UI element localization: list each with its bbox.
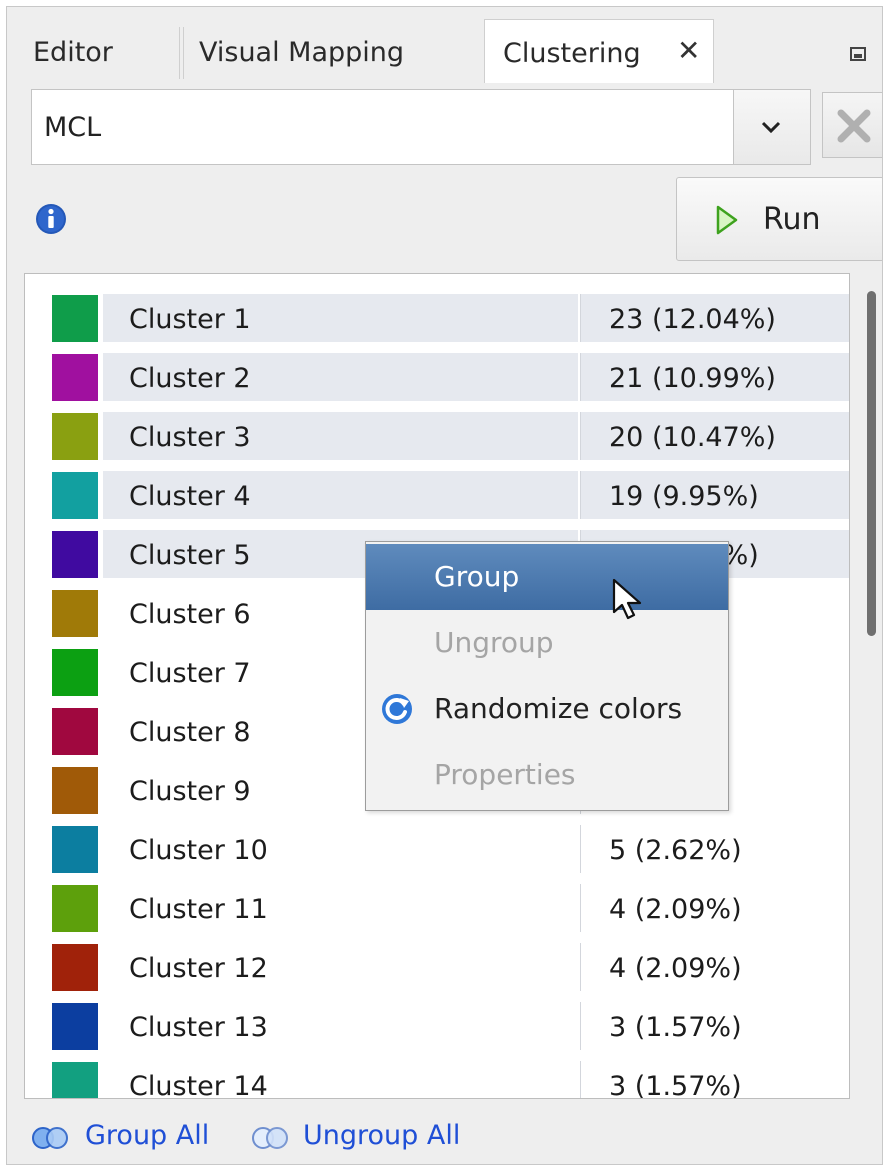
cluster-color-swatch [52, 413, 98, 460]
cluster-name: Cluster 11 [129, 894, 268, 925]
group-all-icon [32, 1127, 68, 1149]
cluster-size: 23 (12.04%) [609, 304, 776, 335]
tab-clustering-label: Clustering [503, 38, 641, 69]
group-all-link[interactable]: Group All [85, 1120, 209, 1151]
menu-item-randomize-colors[interactable]: Randomize colors [366, 676, 728, 742]
refresh-icon [382, 694, 412, 724]
run-button[interactable]: Run [676, 177, 882, 261]
cluster-size: 20 (10.47%) [609, 422, 776, 453]
cluster-color-swatch [52, 531, 98, 578]
algorithm-select-value: MCL [44, 112, 102, 143]
cluster-color-swatch [52, 1003, 98, 1050]
menu-item-label: Randomize colors [434, 692, 683, 725]
cluster-color-swatch [52, 708, 98, 755]
cluster-row[interactable]: Cluster 14 3 (1.57%) [25, 1061, 849, 1099]
menu-item-ungroup: Ungroup [366, 610, 728, 676]
cluster-name: Cluster 1 [129, 304, 251, 335]
cluster-name: Cluster 14 [129, 1071, 268, 1099]
run-button-label: Run [763, 202, 821, 237]
ungroup-all-icon [252, 1127, 288, 1149]
tab-visual-mapping[interactable]: Visual Mapping [199, 37, 404, 68]
cluster-size: 19 (9.95%) [609, 481, 759, 512]
info-icon[interactable] [35, 203, 67, 235]
cluster-name: Cluster 3 [129, 422, 251, 453]
cluster-name: Cluster 13 [129, 1012, 268, 1043]
cluster-size: 5 (2.62%) [609, 835, 742, 866]
cluster-name: Cluster 4 [129, 481, 251, 512]
cluster-color-swatch [52, 1062, 98, 1098]
cluster-row[interactable]: Cluster 4 19 (9.95%) [25, 471, 849, 521]
tab-editor[interactable]: Editor [33, 37, 113, 68]
cluster-row[interactable]: Cluster 10 5 (2.62%) [25, 825, 849, 875]
mouse-cursor-icon [612, 578, 642, 620]
algorithm-select[interactable]: MCL [31, 89, 811, 165]
ungroup-all-link[interactable]: Ungroup All [303, 1120, 460, 1151]
dropdown-button[interactable] [733, 90, 810, 164]
cluster-name: Cluster 7 [129, 658, 251, 689]
menu-item-label: Group [434, 560, 520, 593]
menu-item-label: Properties [434, 758, 576, 791]
cluster-size: 3 (1.57%) [609, 1012, 742, 1043]
play-icon [716, 205, 738, 235]
cluster-name: Cluster 10 [129, 835, 268, 866]
cluster-name: Cluster 12 [129, 953, 268, 984]
cluster-row[interactable]: Cluster 13 3 (1.57%) [25, 1002, 849, 1052]
cluster-row[interactable]: Cluster 2 21 (10.99%) [25, 353, 849, 403]
tab-clustering[interactable]: Clustering ✕ [484, 19, 714, 83]
menu-item-group[interactable]: Group [366, 544, 728, 610]
cluster-row[interactable]: Cluster 11 4 (2.09%) [25, 884, 849, 934]
cluster-row[interactable]: Cluster 1 23 (12.04%) [25, 294, 849, 344]
cluster-size: 3 (1.57%) [609, 1071, 742, 1099]
cluster-row[interactable]: Cluster 3 20 (10.47%) [25, 412, 849, 462]
chevron-down-icon [761, 121, 781, 134]
cluster-color-swatch [52, 767, 98, 814]
cluster-color-swatch [52, 826, 98, 873]
cluster-size: 4 (2.09%) [609, 953, 742, 984]
cluster-row[interactable]: Cluster 12 4 (2.09%) [25, 943, 849, 993]
scrollbar[interactable] [850, 273, 882, 1099]
menu-item-label: Ungroup [434, 626, 554, 659]
minimize-icon[interactable] [850, 47, 866, 61]
cluster-name: Cluster 6 [129, 599, 251, 630]
close-icon[interactable]: ✕ [677, 34, 700, 67]
scrollbar-thumb[interactable] [867, 291, 876, 636]
cluster-color-swatch [52, 354, 98, 401]
cluster-color-swatch [52, 885, 98, 932]
cluster-name: Cluster 2 [129, 363, 251, 394]
cluster-color-swatch [52, 944, 98, 991]
cluster-color-swatch [52, 295, 98, 342]
cluster-color-swatch [52, 590, 98, 637]
cluster-name: Cluster 8 [129, 717, 251, 748]
cluster-name: Cluster 9 [129, 776, 251, 807]
cluster-color-swatch [52, 472, 98, 519]
cluster-size: 21 (10.99%) [609, 363, 776, 394]
menu-item-properties: Properties [366, 742, 728, 808]
cancel-button[interactable] [822, 92, 882, 158]
cluster-name: Cluster 5 [129, 540, 251, 571]
cancel-x-icon [837, 109, 871, 143]
tab-separator [179, 27, 184, 79]
context-menu: Group Ungroup Randomize colors Propertie… [365, 541, 729, 811]
cluster-size: 4 (2.09%) [609, 894, 742, 925]
cluster-color-swatch [52, 649, 98, 696]
